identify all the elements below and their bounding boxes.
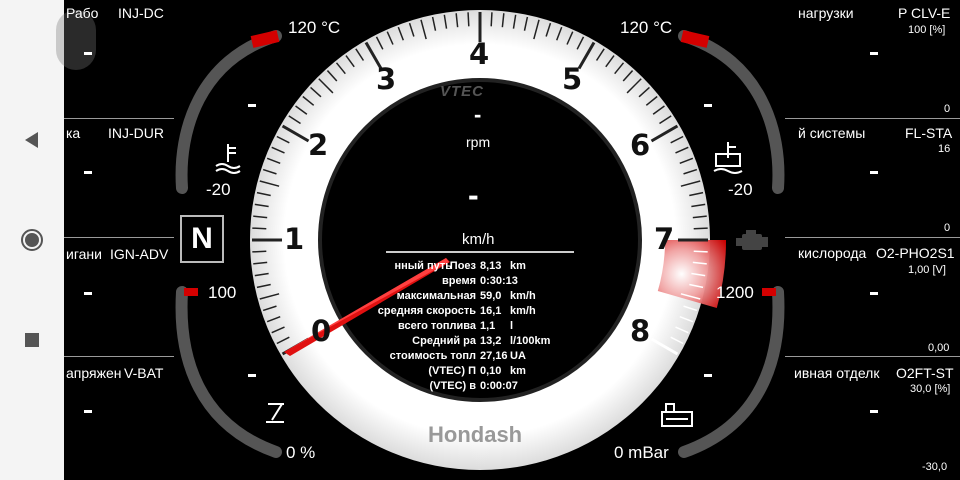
tach-tick: [252, 227, 267, 230]
tach-tick: [252, 250, 267, 253]
trip-stat-value: 27,16: [480, 350, 508, 362]
left-top-arc-gauge: [175, 30, 282, 194]
right-top-gauge-min: -20: [728, 180, 753, 199]
trip-stat-label: всего топлива: [397, 320, 476, 332]
trip-stat-label: (VTEC) в: [429, 380, 476, 392]
trip-stat-value: 13,2: [480, 335, 502, 347]
tach-number-5: 5: [562, 62, 583, 96]
check-engine-icon: [736, 230, 768, 250]
trip-stat-unit: km/h: [510, 305, 536, 317]
right-bottom-arc-gauge: [678, 286, 785, 458]
coolant-temp-icon: [215, 144, 241, 174]
trip-stat-unit: km: [510, 365, 526, 377]
rpm-value: -: [474, 102, 482, 127]
trip-stat-label: максимальная: [396, 290, 476, 302]
gear-indicator: N: [180, 215, 224, 263]
tach-tick: [693, 250, 708, 253]
trip-stat-label: средняя скорость: [377, 305, 476, 317]
tach-tick: [490, 12, 493, 27]
hondash-logo: Hondash: [428, 422, 523, 447]
right-top-gauge-max: 120 °C: [620, 18, 673, 37]
tach-number-4: 4: [469, 37, 490, 71]
trip-stat-value: 1,1: [480, 320, 496, 332]
trip-stat-unit: l/100km: [510, 335, 551, 347]
speed-value: -: [468, 177, 479, 213]
left-top-gauge-min: -20: [206, 180, 231, 199]
trip-stat-value: 8,13: [480, 260, 502, 272]
trip-stat-unit: km/h: [510, 290, 536, 302]
right-top-arc-redzone: [680, 30, 710, 48]
tach-number-7: 7: [654, 222, 675, 256]
right-bottom-gauge-max: 1200: [716, 283, 754, 302]
trip-stat-label: (VTEC) П: [428, 365, 476, 377]
tach-tick: [693, 227, 708, 230]
tach-number-1: 1: [284, 222, 305, 256]
trip-stat-label: Средний ра: [412, 335, 476, 347]
left-top-gauge-max: 120 °C: [288, 18, 341, 37]
trip-stat-label: нный путь: [394, 260, 452, 272]
trip-stat-label: стоимость топл: [389, 350, 476, 362]
tach-number-6: 6: [630, 128, 651, 162]
trip-stat-extra: Поез: [449, 260, 476, 272]
trip-stat-value: 0,10: [480, 365, 502, 377]
trip-stat-unit: UA: [510, 350, 526, 362]
tach-tick: [467, 12, 470, 27]
vtec-logo: VTEC: [440, 83, 485, 100]
trip-stat-value: 0:00:07: [480, 380, 518, 392]
left-bottom-arc-gauge: [175, 286, 282, 458]
trip-stat-unit: km: [510, 260, 526, 272]
trip-stat-value: 16,1: [480, 305, 502, 317]
rpm-label: rpm: [466, 134, 491, 150]
tach-number-2: 2: [308, 128, 329, 162]
speed-unit: km/h: [462, 231, 495, 248]
tach-number-0: 0: [311, 314, 332, 348]
trip-stat-unit: l: [510, 320, 514, 332]
trip-stat-label: время: [441, 275, 476, 287]
boost-pressure-icon: [661, 403, 693, 427]
right-bottom-gauge-min: 0 mBar: [614, 443, 669, 462]
left-bottom-gauge-max: 100: [208, 283, 237, 302]
left-top-arc-redzone: [250, 30, 280, 48]
oil-temp-icon: [713, 142, 743, 174]
left-bottom-gauge-min: 0 %: [286, 443, 316, 462]
throttle-icon: [266, 403, 284, 423]
tach-number-3: 3: [376, 62, 397, 96]
trip-stat-value: 0:30:13: [480, 275, 518, 287]
tach-number-8: 8: [630, 314, 651, 348]
trip-stat-value: 59,0: [480, 290, 502, 302]
